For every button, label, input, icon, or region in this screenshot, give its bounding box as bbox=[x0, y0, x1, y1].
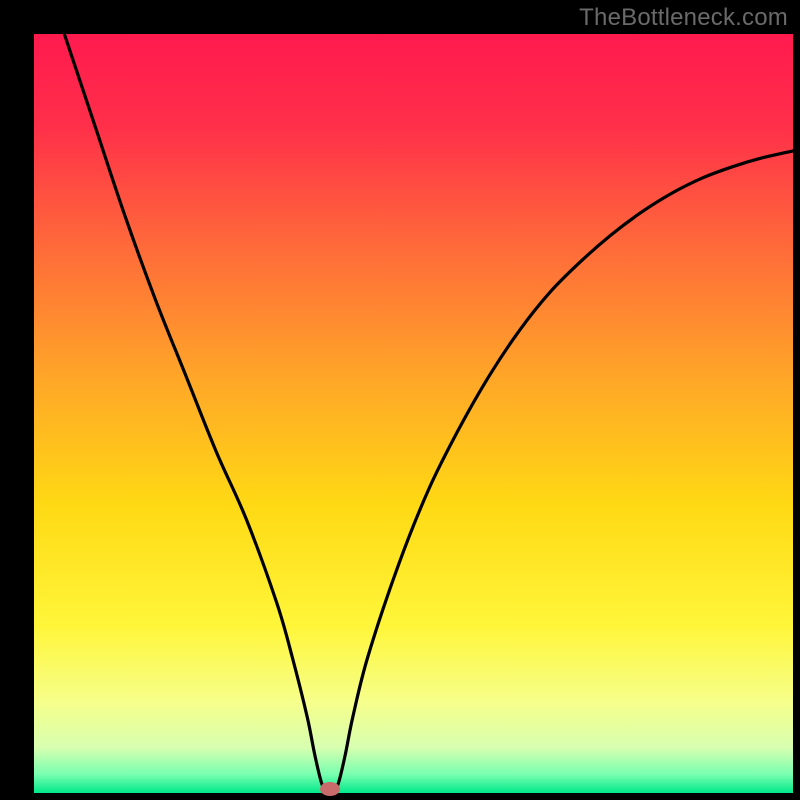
optimal-point-marker bbox=[320, 782, 340, 796]
bottleneck-chart bbox=[0, 0, 800, 800]
plot-background bbox=[34, 34, 793, 793]
watermark-text: TheBottleneck.com bbox=[579, 4, 788, 32]
chart-frame: TheBottleneck.com bbox=[0, 0, 800, 800]
